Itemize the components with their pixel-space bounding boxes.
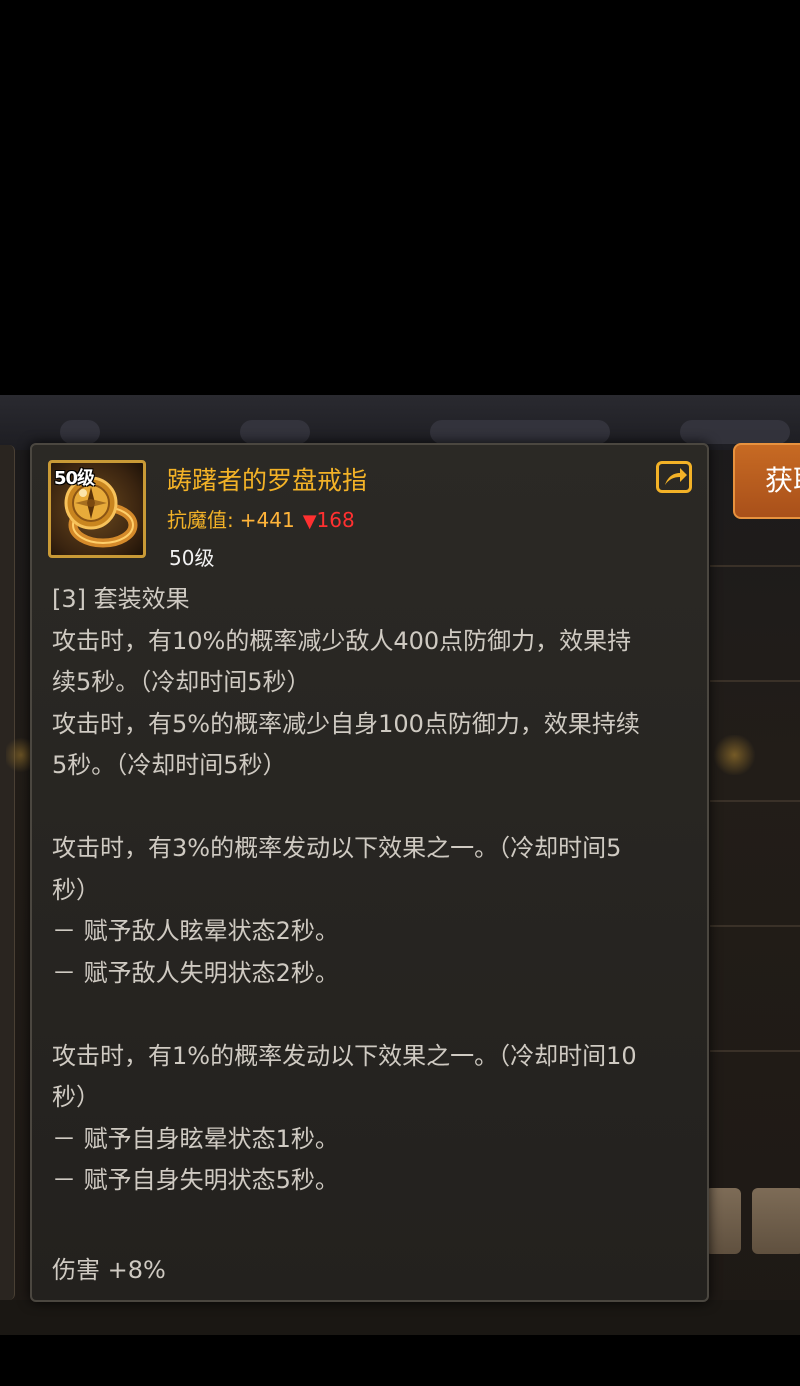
background-divider bbox=[710, 1050, 800, 1052]
background-top-bar bbox=[0, 395, 800, 450]
set-effect-title: [3] 套装效果 bbox=[52, 585, 190, 613]
stat-label: 抗魔值: bbox=[167, 508, 234, 532]
get-button[interactable]: 获取 bbox=[733, 443, 800, 519]
compass-ring-icon: 50级 bbox=[48, 460, 146, 558]
background-divider bbox=[710, 800, 800, 802]
item-stat: 抗魔值: +441 ▼168 bbox=[167, 504, 355, 533]
item-name: 踌躇者的罗盘戒指 bbox=[167, 466, 368, 495]
background-slot bbox=[705, 1188, 741, 1254]
description-line: 续5秒。（冷却时间5秒） bbox=[52, 668, 311, 696]
description-line: 秒） bbox=[52, 1083, 100, 1111]
item-tooltip: 50级 踌躇者的罗盘戒指 抗魔值: +441 ▼168 50级 [3] 套装效果 攻… bbox=[30, 443, 709, 1302]
share-button[interactable] bbox=[656, 461, 692, 493]
set-effect-description: [3] 套装效果 攻击时，有10%的概率减少敌人400点防御力，效果持 续5秒。… bbox=[52, 579, 702, 1202]
game-screen: 获取 50级 踌躇者的罗盘戒指 抗魔值:+441 ▼168 50级 bbox=[0, 0, 800, 1386]
description-line: 攻击时，有5%的概率减少自身100点防御力，效果持续 bbox=[52, 709, 640, 738]
description-line: － 赋予自身眩晕状态1秒。 bbox=[52, 1124, 339, 1153]
background-bottom-strip bbox=[0, 1300, 800, 1335]
background-top-bar-badge bbox=[430, 420, 610, 444]
background-top-bar-badge bbox=[240, 420, 310, 444]
background-top-bar-badge bbox=[60, 420, 100, 444]
description-line: 攻击时，有10%的概率减少敌人400点防御力，效果持 bbox=[52, 626, 632, 655]
description-line: 秒） bbox=[52, 875, 100, 904]
damage-bonus: 伤害 +8% bbox=[52, 1256, 166, 1284]
background-divider bbox=[710, 565, 800, 567]
background-divider bbox=[710, 925, 800, 927]
description-line: － 赋予敌人眩晕状态2秒。 bbox=[52, 917, 339, 945]
stat-decrease-arrow-icon: ▼ bbox=[302, 511, 317, 532]
description-line: 5秒。（冷却时间5秒） bbox=[52, 751, 287, 779]
background-divider bbox=[710, 680, 800, 682]
background-left-panel bbox=[0, 445, 15, 1300]
description-line: 攻击时，有3%的概率发动以下效果之一。（冷却时间5 bbox=[52, 834, 622, 862]
stat-value: +441 bbox=[239, 508, 295, 532]
background-top-bar-badge bbox=[680, 420, 790, 444]
description-line: － 赋予敌人失明状态2秒。 bbox=[52, 958, 339, 987]
background-glow bbox=[712, 735, 757, 775]
description-line: 攻击时，有1%的概率发动以下效果之一。（冷却时间10 bbox=[52, 1041, 637, 1070]
description-line: － 赋予自身失明状态5秒。 bbox=[52, 1166, 339, 1194]
share-icon bbox=[665, 468, 687, 485]
item-icon-level-badge: 50级 bbox=[54, 468, 95, 489]
item-level: 50级 bbox=[169, 546, 215, 570]
background-slot bbox=[752, 1188, 800, 1254]
stat-decrease-value: 168 bbox=[316, 508, 355, 532]
